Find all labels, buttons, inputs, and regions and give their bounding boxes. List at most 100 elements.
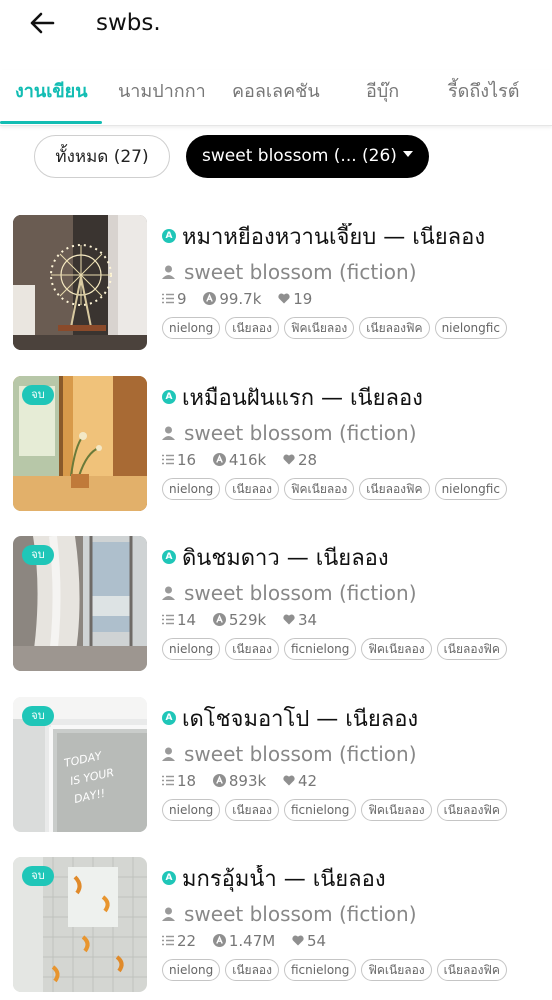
filter-all-label: ทั้งหมด (27) (55, 147, 149, 167)
story-title-row[interactable]: A เดโชจมอาโป — เนียลอง (162, 705, 542, 735)
person-icon (162, 426, 175, 440)
views-icon (212, 613, 226, 626)
tag-chip[interactable]: ฟิคเนียลอง (284, 317, 355, 339)
tab-reader-to-writer[interactable]: รี้ดถึงไรต์ (448, 78, 519, 106)
list-icon (162, 454, 174, 465)
view-count: 893k (228, 772, 267, 790)
story-author: sweet blossom (fiction) (184, 421, 417, 445)
story-title: เดโชจมอาโป — เนียลอง (182, 707, 419, 732)
like-count: 28 (297, 451, 318, 469)
tag-chip[interactable]: ฟิคเนียลอง (284, 478, 355, 500)
tag-chip[interactable]: nielong (162, 959, 221, 981)
story-type-icon: A (162, 390, 176, 404)
chapter-count: 9 (177, 290, 187, 308)
tag-chip[interactable]: เนียลอง (225, 638, 279, 660)
filter-selected-label: sweet blossom (... (26) (202, 146, 397, 166)
story-author-row[interactable]: sweet blossom (fiction) (162, 258, 417, 286)
story-title-row[interactable]: A ดินชมดาว — เนียลอง (162, 544, 542, 574)
views-icon (212, 774, 226, 787)
tag-chip[interactable]: ฟิคเนียลอง (361, 638, 432, 660)
caret-down-icon (402, 151, 413, 157)
story-item[interactable]: จบ A ดินชมดาว — เนียลอง sweet blossom (fi… (0, 536, 552, 676)
story-author: sweet blossom (fiction) (184, 260, 417, 284)
story-author-row[interactable]: sweet blossom (fiction) (162, 419, 417, 447)
story-item[interactable]: จบ A เหมือนฝันแรก — เนียลอง sweet blossom… (0, 376, 552, 516)
views-icon (203, 292, 217, 305)
tab-works[interactable]: งานเขียน (15, 78, 88, 106)
completed-badge: จบ (22, 706, 54, 726)
story-type-icon: A (162, 550, 176, 564)
completed-badge: จบ (22, 385, 54, 405)
story-stats: 9 99.7k 19 (162, 289, 324, 309)
story-stats: 14 529k 34 (162, 610, 329, 630)
view-count: 529k (228, 611, 267, 629)
chapter-count: 18 (177, 772, 197, 790)
tag-chip[interactable]: nielong (162, 478, 221, 500)
story-stats: 22 1.47M 54 (162, 931, 338, 951)
filter-all-chip[interactable]: ทั้งหมด (27) (34, 135, 170, 178)
story-tags: nielong เนียลอง ฟิคเนียลอง เนียลองฟิค nielon… (162, 478, 526, 502)
story-title-row[interactable]: A มกรอุ้มน้ำ — เนียลอง (162, 865, 542, 895)
story-cover[interactable]: จบ (13, 376, 147, 511)
like-count: 34 (297, 611, 318, 629)
list-icon (162, 935, 174, 946)
story-cover[interactable]: จบ (13, 857, 147, 992)
tag-chip[interactable]: nielong (162, 317, 221, 339)
tag-chip[interactable]: เนียลอง (225, 799, 279, 821)
story-author-row[interactable]: sweet blossom (fiction) (162, 579, 417, 607)
tag-chip[interactable]: ficnielong (284, 638, 357, 660)
story-author: sweet blossom (fiction) (184, 742, 417, 766)
tag-chip[interactable]: nielong (162, 799, 221, 821)
story-author-row[interactable]: sweet blossom (fiction) (162, 900, 417, 928)
story-title-row[interactable]: A เหมือนฝันแรก — เนียลอง (162, 384, 542, 414)
list-icon (162, 293, 174, 304)
story-author-row[interactable]: sweet blossom (fiction) (162, 740, 417, 768)
tag-chip[interactable]: เนียลองฟิค (359, 478, 430, 500)
back-button[interactable] (22, 8, 62, 38)
tag-chip[interactable]: nielong (162, 638, 221, 660)
story-cover[interactable]: จบ (13, 536, 147, 671)
story-title: มกรอุ้มน้ำ — เนียลอง (182, 867, 386, 892)
story-author: sweet blossom (fiction) (184, 581, 417, 605)
story-item[interactable]: TODAY IS YOUR DAY!! จบ A เดโชจมอาโป — เนี… (0, 697, 552, 837)
heart-icon (283, 775, 295, 786)
tag-chip[interactable]: เนียลองฟิค (436, 799, 507, 821)
story-cover[interactable] (13, 215, 147, 350)
story-item[interactable]: จบ A มกรอุ้มน้ำ — เนียลอง sweet blossom (… (0, 857, 552, 997)
tag-chip[interactable]: เนียลอง (225, 478, 279, 500)
tag-chip[interactable]: nielongfic (434, 478, 507, 500)
story-item[interactable]: A หมาหยีองหวานเจี๊ยบ — เนียลอง sweet blos… (0, 215, 552, 355)
chapter-count: 14 (177, 611, 197, 629)
story-stats: 18 893k 42 (162, 771, 329, 791)
tab-ebooks[interactable]: อีบุ๊ก (366, 78, 399, 106)
story-cover[interactable]: TODAY IS YOUR DAY!! จบ (13, 697, 147, 832)
tag-chip[interactable]: nielongfic (434, 317, 507, 339)
tag-chip[interactable]: ฟิคเนียลอง (361, 959, 432, 981)
person-icon (162, 586, 175, 600)
story-stats: 16 416k 28 (162, 450, 329, 470)
tag-chip[interactable]: เนียลอง (225, 317, 279, 339)
tag-chip[interactable]: เนียลองฟิค (436, 959, 507, 981)
page-title: swbs. (96, 10, 161, 36)
story-title-row[interactable]: A หมาหยีองหวานเจี๊ยบ — เนียลอง (162, 223, 542, 253)
heart-icon (278, 293, 290, 304)
tag-chip[interactable]: ฟิคเนียลอง (361, 799, 432, 821)
chapter-count: 22 (177, 932, 197, 950)
tab-pen-names[interactable]: นามปากกา (118, 78, 206, 106)
tag-chip[interactable]: ficnielong (284, 799, 357, 821)
story-author: sweet blossom (fiction) (184, 902, 417, 926)
tag-chip[interactable]: ficnielong (284, 959, 357, 981)
story-tags: nielong เนียลอง ficnielong ฟิคเนียลอง เนียลอ… (162, 959, 526, 983)
like-count: 19 (293, 290, 313, 308)
tab-bar: งานเขียน นามปากกา คอลเลคชัน อีบุ๊ก รี้ดถ… (0, 70, 552, 126)
views-icon (212, 453, 226, 466)
person-icon (162, 907, 175, 921)
story-title: เหมือนฝันแรก — เนียลอง (182, 386, 423, 411)
top-bar: swbs. (0, 0, 552, 56)
tag-chip[interactable]: เนียลองฟิค (359, 317, 430, 339)
filter-pen-name-dropdown[interactable]: sweet blossom (... (26) (186, 135, 429, 178)
tag-chip[interactable]: เนียลองฟิค (436, 638, 507, 660)
arrow-left-icon (30, 12, 55, 34)
tag-chip[interactable]: เนียลอง (225, 959, 279, 981)
tab-collections[interactable]: คอลเลคชัน (232, 78, 320, 106)
